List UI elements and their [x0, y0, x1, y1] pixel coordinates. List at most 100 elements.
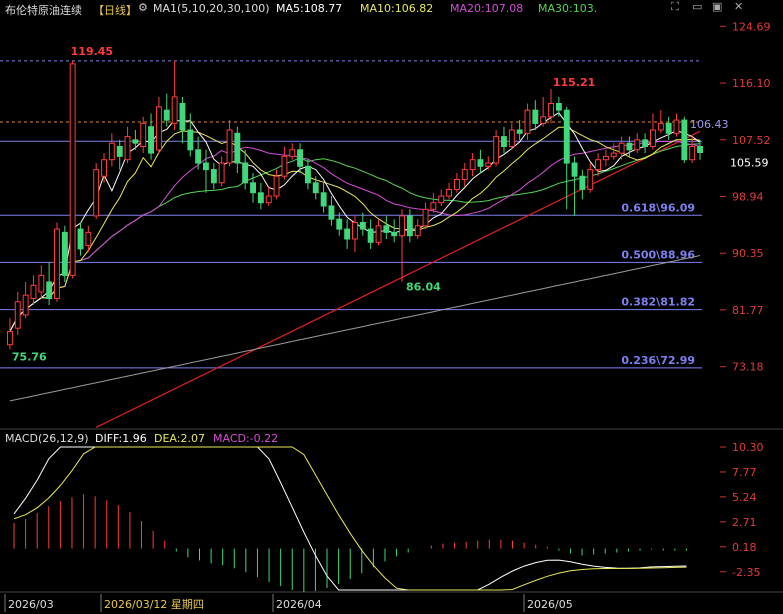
candle-body — [571, 162, 578, 177]
candle-body — [485, 162, 492, 167]
candle-body — [634, 139, 641, 151]
restore-icon[interactable]: ▣ — [712, 0, 722, 13]
candle-body — [540, 116, 547, 124]
chart-root: 布伦特原油连续 【日线】 ⚙ MA1(5,10,20,30,100) MA5:1… — [0, 0, 783, 614]
ma10-line — [9, 126, 701, 332]
ma100-line — [9, 255, 701, 402]
instrument-title[interactable]: 布伦特原油连续 — [5, 2, 82, 18]
macd-name: MACD(26,12,9) — [5, 432, 89, 445]
candle-body — [603, 155, 609, 161]
macd-dea: DEA:2.07 — [154, 432, 205, 445]
candle-body — [422, 208, 429, 227]
candle-body — [344, 228, 351, 240]
candle-body — [195, 149, 202, 164]
candle-body — [532, 109, 539, 124]
candle-body — [7, 331, 13, 346]
ma30-line — [9, 143, 701, 332]
candle-body — [587, 169, 594, 190]
candle-body — [179, 103, 186, 131]
ma5-line — [9, 112, 701, 332]
close-icon[interactable]: ✕ — [734, 0, 743, 13]
candle-body — [108, 142, 115, 161]
candle-body — [461, 169, 468, 181]
macd-tick-label: 0.18 — [732, 541, 757, 554]
price-chart-svg[interactable]: 0.618\96.09 0.500\88.96 0.382\81.82 0.236\7… — [0, 0, 783, 614]
period-label[interactable]: 【日线】 — [93, 2, 137, 18]
ma-label: MA1(5,10,20,30,100) — [153, 2, 270, 15]
fib-label: 0.500\88.96 — [621, 248, 695, 261]
candle-body — [77, 228, 84, 250]
expand-icon[interactable]: ⛶ — [671, 0, 679, 14]
candle-body — [493, 136, 500, 164]
candle-body — [163, 109, 170, 121]
candle-body — [101, 159, 107, 177]
price-tick-label: 73.18 — [732, 361, 764, 374]
trend-line — [95, 130, 701, 428]
candle-body — [610, 152, 617, 157]
candle-body — [297, 149, 304, 167]
candle-body — [555, 103, 562, 111]
high-price-label: 119.45 — [71, 45, 113, 58]
candle-body — [681, 119, 688, 161]
low0-price-label: 75.76 — [12, 351, 47, 364]
macd-dea-line — [13, 446, 687, 591]
candle-body — [250, 182, 257, 194]
candle-body — [171, 96, 178, 124]
fib-label: 0.382\81.82 — [621, 296, 695, 309]
price-tick-label: 124.69 — [732, 20, 771, 33]
low-price-label: 86.04 — [406, 281, 441, 294]
macd-value: MACD:-0.22 — [213, 432, 279, 445]
macd-tick-label: 2.71 — [732, 516, 757, 529]
candle-body — [438, 195, 445, 204]
candle-body — [273, 175, 280, 197]
candle-body — [406, 215, 413, 237]
candle-body — [367, 228, 374, 243]
candle-body — [689, 146, 696, 161]
fib-label: 0.618\96.09 — [621, 201, 695, 214]
date-label: 2026/03 — [8, 598, 54, 611]
candle-body — [595, 159, 601, 171]
minimize-icon[interactable]: ▭ — [692, 0, 702, 13]
candle-body — [305, 165, 311, 184]
ma30-value: MA30:103. — [538, 2, 598, 15]
candle-body — [454, 179, 460, 190]
settings-gear-icon[interactable]: ⚙ — [138, 1, 148, 14]
candle-body — [657, 122, 664, 131]
candle-body — [469, 159, 476, 171]
candle-body — [61, 231, 68, 276]
fib-label: 0.236\72.99 — [621, 354, 695, 367]
candle-body — [516, 129, 523, 134]
macd-diff-line — [13, 446, 687, 591]
candle-body — [38, 274, 45, 293]
candle-body — [140, 122, 147, 148]
candle-body — [124, 136, 131, 161]
candle-body — [642, 139, 649, 147]
macd-tick-label: -2.35 — [732, 566, 760, 579]
macd-tick-label: 10.30 — [732, 441, 764, 454]
price-tick-label: 90.35 — [732, 247, 764, 260]
candle-body — [697, 146, 703, 153]
candle-body — [563, 109, 570, 164]
candle-body — [93, 169, 100, 217]
candle-body — [218, 162, 225, 184]
candle-body — [665, 122, 672, 134]
candle-body — [30, 284, 37, 299]
candle-body — [85, 231, 92, 247]
candle-body — [320, 192, 327, 207]
candle-body — [187, 129, 194, 151]
candle-body — [54, 228, 60, 300]
macd-tick-label: 5.24 — [732, 491, 757, 504]
ma10-value: MA10:106.82 — [360, 2, 434, 15]
candle-body — [446, 189, 453, 197]
current-ma-label: 106.43 — [690, 118, 729, 131]
candle-body — [328, 205, 335, 220]
candle-body — [265, 195, 272, 204]
candle-body — [210, 169, 217, 184]
ma5-value: MA5:108.77 — [276, 2, 343, 15]
candle-body — [281, 155, 288, 177]
candle-body — [579, 175, 586, 190]
candle-body — [14, 301, 21, 329]
current-price-label: 105.59 — [730, 156, 769, 169]
candle-body — [289, 149, 296, 157]
price-tick-label: 81.77 — [732, 304, 764, 317]
